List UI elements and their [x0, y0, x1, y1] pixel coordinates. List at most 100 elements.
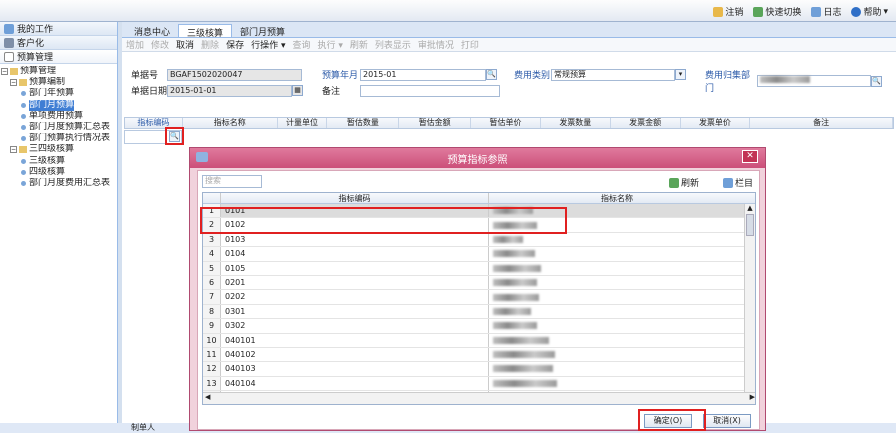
search-input[interactable]: 搜索 [202, 175, 262, 188]
name-cell[interactable] [489, 290, 745, 303]
col-name-header[interactable]: 指标名称 [489, 193, 745, 203]
sidebar-tree-item[interactable]: 部门年预算 [0, 88, 117, 99]
table-row[interactable]: 4 0104 [203, 247, 755, 262]
help-link[interactable]: 帮助 ▾ [851, 5, 888, 18]
code-cell[interactable]: 040103 [221, 362, 489, 376]
table-row[interactable]: 12 040103 [203, 362, 755, 377]
code-cell[interactable]: 0301 [221, 304, 489, 319]
quick-switch-link[interactable]: 快速切换 [753, 5, 801, 18]
name-cell[interactable] [489, 233, 745, 246]
table-row[interactable]: 11 040102 [203, 347, 755, 363]
search-icon[interactable]: 🔍 [486, 69, 497, 80]
sidebar-tree-item[interactable]: − 预算管理 [0, 66, 117, 77]
code-cell[interactable]: 0104 [221, 247, 489, 261]
columns-button[interactable]: 栏目 [722, 176, 753, 189]
toolbar-button-7[interactable]: 执行 ▾ [317, 38, 342, 51]
toolbar-button-2[interactable]: 取消 [176, 38, 194, 51]
toolbar-button-11[interactable]: 打印 [461, 38, 479, 51]
name-cell[interactable] [489, 348, 745, 361]
name-cell[interactable] [489, 319, 745, 332]
code-cell[interactable]: 0105 [221, 261, 489, 275]
toolbar-button-0[interactable]: 增加 [126, 38, 144, 51]
grid-header-9[interactable]: 备注 [750, 118, 893, 128]
sidebar-tree-item[interactable]: − 三四级核算 [0, 144, 117, 155]
logout-link[interactable]: 注销 [713, 5, 743, 18]
chevron-down-icon[interactable]: ▾ [675, 69, 686, 80]
name-cell[interactable] [489, 362, 745, 375]
horizontal-scrollbar[interactable]: ◀ ▶ [203, 392, 755, 404]
sidebar-my-work[interactable]: 我的工作 [0, 22, 117, 36]
sidebar-tree-item[interactable]: 部门月度费用汇总表 [0, 178, 117, 189]
budget-month-field[interactable]: 2015-01 [360, 68, 486, 81]
grid-header-1[interactable]: 指标名称 [183, 118, 278, 128]
grid-header-5[interactable]: 暂估单价 [471, 118, 541, 128]
table-row[interactable]: 10 040101 [203, 333, 755, 348]
name-cell[interactable] [489, 377, 745, 390]
name-cell[interactable] [489, 247, 745, 260]
table-row[interactable]: 8 0301 [203, 304, 755, 320]
toolbar-button-1[interactable]: 修改 [151, 38, 169, 51]
remark-field[interactable] [360, 84, 500, 97]
calendar-icon[interactable]: ▦ [292, 85, 303, 96]
sidebar-tree-item[interactable]: 部门预算执行情况表 [0, 133, 117, 144]
table-row[interactable]: 3 0103 [203, 232, 755, 248]
log-link[interactable]: 日志 [811, 5, 841, 18]
doc-icon [4, 51, 14, 62]
sidebar-customer[interactable]: 客户化 [0, 36, 117, 50]
sidebar-tree-item[interactable]: 单项费用预算 [0, 111, 117, 122]
name-cell[interactable] [489, 334, 745, 347]
name-cell[interactable] [489, 305, 745, 318]
code-cell[interactable]: 0302 [221, 319, 489, 333]
vertical-scrollbar[interactable]: ▲ [744, 204, 755, 392]
doc-no-field[interactable]: BGAF1502020047 [167, 68, 302, 81]
collapse-icon[interactable]: − [1, 68, 8, 76]
toolbar-button-8[interactable]: 刷新 [350, 38, 368, 51]
toolbar-button-9[interactable]: 列表显示 [375, 38, 411, 51]
code-cell[interactable]: 040101 [221, 333, 489, 347]
tab-2[interactable]: 部门月预算 [232, 24, 293, 38]
toolbar-button-3[interactable]: 删除 [201, 38, 219, 51]
table-row[interactable]: 5 0105 [203, 261, 755, 276]
grid-header-6[interactable]: 发票数量 [541, 118, 611, 128]
code-cell[interactable]: 0202 [221, 290, 489, 304]
code-cell[interactable]: 040104 [221, 376, 489, 391]
row-number: 9 [203, 319, 221, 333]
table-row[interactable]: 9 0302 [203, 319, 755, 334]
grid-header-3[interactable]: 暂估数量 [327, 118, 400, 128]
grid-header-4[interactable]: 暂估金额 [399, 118, 472, 128]
grid-header-8[interactable]: 发票单价 [681, 118, 751, 128]
dept-field[interactable] [757, 75, 871, 87]
cancel-button[interactable]: 取消(X) [703, 414, 751, 428]
search-icon[interactable]: 🔍 [871, 75, 882, 87]
dialog-title-bar[interactable]: 预算指标参照 ✕ [190, 148, 765, 168]
toolbar-button-4[interactable]: 保存 [226, 38, 244, 51]
toolbar-button-10[interactable]: 审批情况 [418, 38, 454, 51]
sidebar-budget-mgmt[interactable]: 预算管理 [0, 50, 117, 64]
collapse-icon[interactable]: − [10, 79, 17, 87]
fee-type-select[interactable]: 常规预算 [551, 68, 675, 81]
table-row[interactable]: 7 0202 [203, 290, 755, 305]
refresh-button[interactable]: 刷新 [668, 176, 699, 189]
collapse-icon[interactable]: − [10, 146, 17, 154]
table-row[interactable]: 13 040104 [203, 376, 755, 392]
sidebar-tree-item[interactable]: 部门月预算 [0, 99, 117, 111]
toolbar-button-6[interactable]: 查询 [292, 38, 310, 51]
sidebar-tree-item[interactable]: 四级核算 [0, 167, 117, 178]
close-button[interactable]: ✕ [742, 150, 758, 163]
tab-0[interactable]: 消息中心 [126, 24, 178, 38]
name-cell[interactable] [489, 276, 745, 289]
code-cell[interactable]: 040102 [221, 347, 489, 362]
grid-header-7[interactable]: 发票金额 [611, 118, 681, 128]
toolbar-button-5[interactable]: 行操作 ▾ [251, 38, 285, 51]
tab-1[interactable]: 三级核算 [178, 24, 233, 39]
col-code-header[interactable]: 指标编码 [221, 193, 489, 203]
sidebar-tree-item[interactable]: 部门月度预算汇总表 [0, 122, 117, 133]
name-cell[interactable] [489, 262, 745, 275]
sidebar-tree-item[interactable]: − 预算编制 [0, 77, 117, 88]
code-cell[interactable]: 0201 [221, 275, 489, 290]
table-row[interactable]: 6 0201 [203, 275, 755, 291]
code-cell[interactable]: 0103 [221, 232, 489, 247]
sidebar-tree-item[interactable]: 三级核算 [0, 156, 117, 167]
doc-date-field[interactable]: 2015-01-01 [167, 84, 292, 97]
grid-header-2[interactable]: 计量单位 [278, 118, 328, 128]
